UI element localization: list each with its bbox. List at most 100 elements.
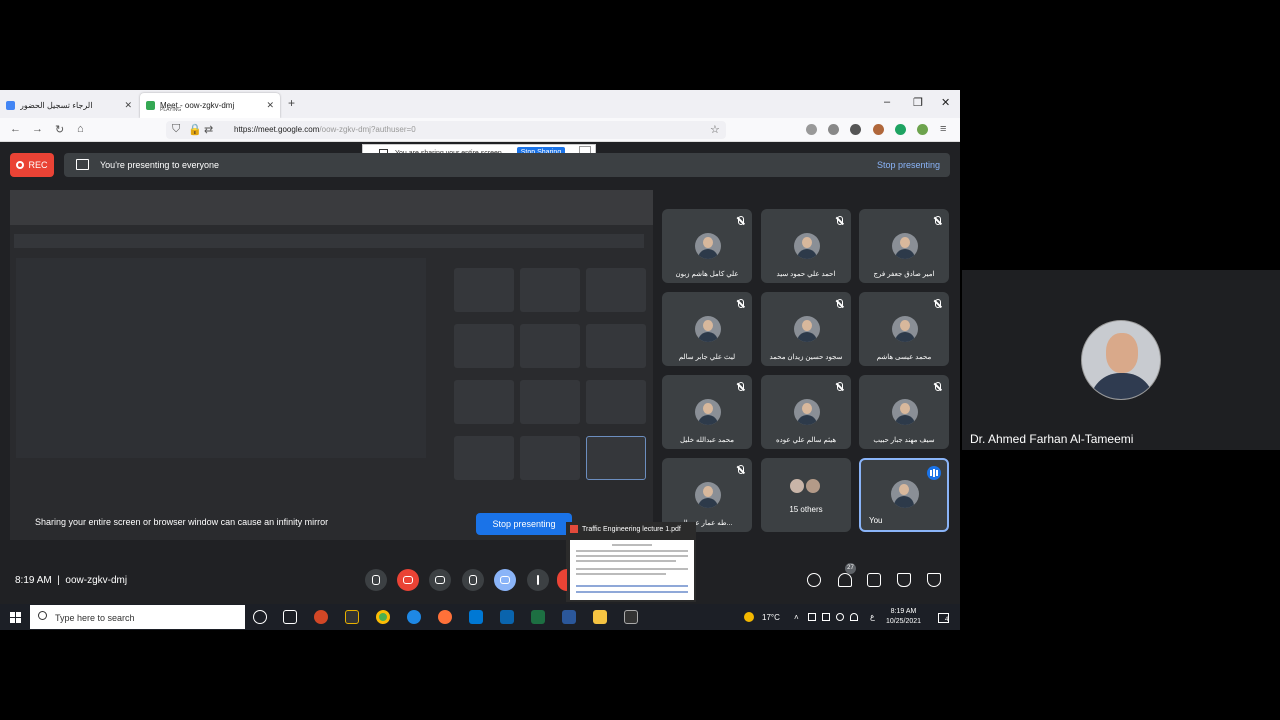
stop-presenting-link[interactable]: Stop presenting xyxy=(877,160,940,170)
self-tile[interactable]: You xyxy=(859,458,949,532)
extension-icon[interactable] xyxy=(873,124,884,135)
participant-tile[interactable]: سجود حسين زيدان محمد xyxy=(761,292,851,366)
participant-tile[interactable]: ليث علي جابر سالم xyxy=(662,292,752,366)
wifi-icon[interactable] xyxy=(850,613,858,621)
preview-title: Traffic Engineering lecture 1.pdf xyxy=(570,525,681,533)
mirror-browser-chrome xyxy=(10,190,653,225)
people-icon[interactable] xyxy=(838,573,852,587)
new-tab-button[interactable]: + xyxy=(288,96,295,110)
shield-icon[interactable]: ⛉ xyxy=(172,123,180,136)
lock-icon[interactable]: 🔒 xyxy=(188,123,202,136)
presenting-banner: You're presenting to everyone Stop prese… xyxy=(64,153,950,177)
participant-tile[interactable]: امير صادق جعفر فرج xyxy=(859,209,949,283)
tab-meet[interactable]: Meet - oow-zgkv-dmj PLAYING ✕ xyxy=(140,93,280,118)
grammarly-icon[interactable] xyxy=(895,124,906,135)
temperature: 17°C xyxy=(762,613,780,622)
mic-off-icon xyxy=(935,299,941,308)
home-icon[interactable]: ⌂ xyxy=(77,123,84,135)
participant-tile[interactable]: سيف مهند جبار حبيب xyxy=(859,375,949,449)
close-tab-icon[interactable]: ✕ xyxy=(124,100,132,111)
mic-off-icon xyxy=(935,382,941,391)
participant-tile[interactable]: احمد علي حمود سيد xyxy=(761,209,851,283)
participant-tile[interactable]: محمد عيسى هاشم xyxy=(859,292,949,366)
participant-tile[interactable]: طه عمار عبد الـ... xyxy=(662,458,752,532)
raise-hand-button[interactable] xyxy=(462,569,484,591)
mic-button[interactable] xyxy=(365,569,387,591)
captions-button[interactable] xyxy=(429,569,451,591)
avatar xyxy=(892,316,918,342)
mic-off-icon xyxy=(738,299,744,308)
activities-icon[interactable] xyxy=(897,573,911,587)
app-icon[interactable] xyxy=(345,610,359,624)
chevron-up-icon[interactable]: ˄ xyxy=(794,613,802,622)
restore-icon[interactable]: ❐ xyxy=(913,96,923,109)
meeting-time-and-code: 8:19 AM | oow-zgkv-dmj xyxy=(15,575,128,586)
participant-tile[interactable]: علي كامل هاشم زبون xyxy=(662,209,752,283)
screen-share-preview xyxy=(10,190,653,540)
stop-presenting-button[interactable]: Stop presenting xyxy=(476,513,572,535)
avatar xyxy=(805,478,821,494)
downloads-icon[interactable] xyxy=(828,124,839,135)
leave-call-button[interactable] xyxy=(557,569,567,591)
taskbar-clock[interactable]: 8:19 AM 10/25/2021 xyxy=(886,607,921,627)
participant-name: احمد علي حمود سيد xyxy=(776,271,836,278)
avatar xyxy=(794,399,820,425)
taskbar-search-box[interactable]: Type here to search xyxy=(30,605,245,629)
edge-icon[interactable] xyxy=(407,610,421,624)
file-explorer-icon[interactable] xyxy=(593,610,607,624)
bookmark-star-icon[interactable]: ☆ xyxy=(710,123,720,136)
taskbar-window-preview[interactable]: Traffic Engineering lecture 1.pdf xyxy=(566,522,696,602)
participant-tile[interactable]: محمد عبدالله خليل xyxy=(662,375,752,449)
mirror-tile xyxy=(520,380,580,424)
app-tray-icon[interactable] xyxy=(808,613,816,621)
mirror-tile xyxy=(586,436,646,480)
participant-name: محمد عبدالله خليل xyxy=(679,437,735,444)
reload-icon[interactable]: ↻ xyxy=(55,123,64,136)
present-button[interactable] xyxy=(494,569,516,591)
avatar xyxy=(695,482,721,508)
powerpoint-icon[interactable] xyxy=(314,610,328,624)
cortana-icon[interactable] xyxy=(253,610,267,624)
weather-icon[interactable] xyxy=(744,612,754,622)
speaker-name: Dr. Ahmed Farhan Al-Tameemi xyxy=(970,432,1134,446)
forms-icon xyxy=(6,101,15,110)
presenting-text: You're presenting to everyone xyxy=(100,160,219,170)
speaker-avatar xyxy=(1081,320,1161,400)
more-options-button[interactable] xyxy=(527,569,549,591)
camera-button[interactable] xyxy=(397,569,419,591)
word-icon[interactable] xyxy=(562,610,576,624)
avatar xyxy=(891,480,919,508)
account-icon[interactable] xyxy=(850,124,861,135)
avatar xyxy=(695,399,721,425)
language-indicator[interactable]: ع xyxy=(870,612,875,621)
address-bar[interactable]: ⛉ 🔒 ⇄ https://meet.google.com/oow-zgkv-d… xyxy=(166,121,726,139)
permissions-icon[interactable]: ⇄ xyxy=(204,123,213,136)
minimize-icon[interactable]: – xyxy=(884,96,890,108)
hand-icon xyxy=(469,575,477,585)
pdf-thumbnail xyxy=(570,540,694,600)
speaking-indicator-icon xyxy=(927,466,941,480)
windows-start-icon[interactable] xyxy=(10,612,21,623)
mail-icon[interactable] xyxy=(500,610,514,624)
store-icon[interactable] xyxy=(469,610,483,624)
task-view-icon[interactable] xyxy=(283,610,297,624)
firefox-icon[interactable] xyxy=(438,610,452,624)
battery-icon[interactable] xyxy=(822,613,830,621)
extension-icon[interactable] xyxy=(917,124,928,135)
excel-icon[interactable] xyxy=(531,610,545,624)
volume-icon[interactable] xyxy=(836,613,844,621)
participant-tile[interactable]: هيثم سالم علي عوده xyxy=(761,375,851,449)
host-controls-icon[interactable] xyxy=(927,573,941,587)
menu-icon[interactable]: ≡ xyxy=(940,123,946,135)
back-icon[interactable]: ← xyxy=(10,123,21,135)
tab-attendance[interactable]: الرجاء تسجيل الحضور ✕ xyxy=(0,93,138,118)
info-icon[interactable] xyxy=(807,573,821,587)
close-window-icon[interactable]: ✕ xyxy=(941,96,950,109)
chat-icon[interactable] xyxy=(867,573,881,587)
pocket-icon[interactable] xyxy=(806,124,817,135)
chrome-icon[interactable] xyxy=(376,610,390,624)
forward-icon[interactable]: → xyxy=(32,123,43,135)
others-tile[interactable]: 15 others xyxy=(761,458,851,532)
pdf-reader-icon[interactable] xyxy=(624,610,638,624)
close-tab-icon[interactable]: ✕ xyxy=(266,100,274,111)
